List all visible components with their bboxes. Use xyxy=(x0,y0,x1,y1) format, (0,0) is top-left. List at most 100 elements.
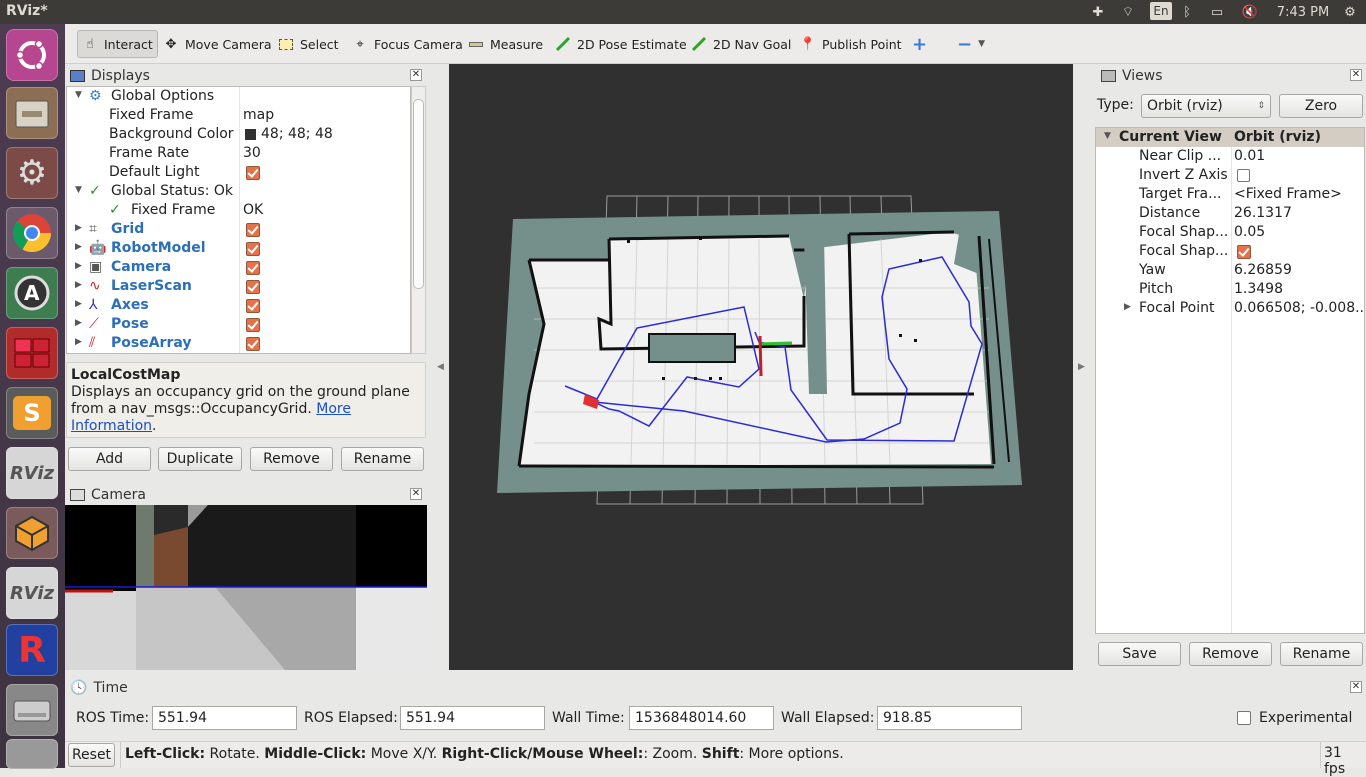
add-display-button[interactable]: Add xyxy=(68,447,151,471)
chevron-right-icon[interactable]: ▶ xyxy=(75,299,85,309)
chevron-right-icon[interactable]: ▶ xyxy=(75,261,85,271)
trash-icon[interactable] xyxy=(6,739,58,769)
view-type-select[interactable]: Orbit (rviz) ⇕ xyxy=(1141,94,1271,118)
tree-row-pose[interactable]: ▶ ⟋ Pose xyxy=(67,315,410,334)
tree-row-grid[interactable]: ▶ ⌗ Grid xyxy=(67,220,410,239)
tree-row-status-fixed-frame[interactable]: ✓ Fixed Frame OK xyxy=(67,201,410,220)
rqt-app-icon[interactable]: R xyxy=(6,624,58,676)
distance-value[interactable]: 26.1317 xyxy=(1234,205,1292,221)
axes-enabled-checkbox[interactable] xyxy=(246,299,260,313)
tree-row-global-options[interactable]: ▼ ⚙ Global Options xyxy=(67,87,410,106)
frame-rate-value[interactable]: 30 xyxy=(243,145,261,161)
tree-row-laserscan[interactable]: ▶ ∿ LaserScan xyxy=(67,277,410,296)
displays-close-icon[interactable]: ✕ xyxy=(410,69,422,81)
move-camera-tool-button[interactable]: ✥ Move Camera xyxy=(159,30,276,58)
color-swatch[interactable] xyxy=(245,129,256,140)
focal-shape-fixed-checkbox[interactable] xyxy=(1237,245,1251,259)
keyboard-language-indicator[interactable]: En xyxy=(1150,2,1172,20)
pose-enabled-checkbox[interactable] xyxy=(246,318,260,332)
system-settings-app-icon[interactable]: ⚙ xyxy=(6,147,58,199)
chevron-right-icon[interactable]: ▶ xyxy=(1124,302,1131,312)
select-tool-button[interactable]: Select xyxy=(274,30,343,58)
view-row-focal-shape-fixed[interactable]: Focal Shap... xyxy=(1096,242,1364,261)
rviz-active-app-icon[interactable]: RViz xyxy=(6,567,58,619)
remove-view-button[interactable]: Remove xyxy=(1189,642,1272,666)
bluetooth-icon[interactable]: ᛒ xyxy=(1180,2,1194,22)
wall-time-field[interactable]: 1536848014.60 xyxy=(629,706,774,730)
ros-elapsed-field[interactable]: 551.94 xyxy=(400,706,545,730)
focal-point-value[interactable]: 0.066508; -0.008... xyxy=(1234,300,1364,316)
tree-row-background-color[interactable]: Background Color 48; 48; 48 xyxy=(67,125,410,144)
invert-z-checkbox[interactable] xyxy=(1237,169,1250,182)
camera-image-view[interactable] xyxy=(65,505,427,670)
save-view-button[interactable]: Save xyxy=(1098,642,1181,666)
default-light-checkbox[interactable] xyxy=(246,166,260,180)
tree-row-camera[interactable]: ▶ ▣ Camera xyxy=(67,258,410,277)
views-close-icon[interactable]: ✕ xyxy=(1350,69,1362,81)
measure-tool-button[interactable]: Measure xyxy=(464,30,547,58)
view-row-yaw[interactable]: Yaw 6.26859 xyxy=(1096,261,1364,280)
chevron-right-icon[interactable]: ▶ xyxy=(75,318,85,328)
reset-button[interactable]: Reset xyxy=(68,743,115,767)
chevron-down-icon[interactable]: ▼ xyxy=(75,185,85,195)
chevron-down-icon[interactable]: ▼ xyxy=(75,90,85,100)
chevron-right-icon[interactable]: ▶ xyxy=(75,242,85,252)
tree-row-posearray[interactable]: ▶ ⫽ PoseArray xyxy=(67,334,410,353)
laserscan-enabled-checkbox[interactable] xyxy=(246,280,260,294)
chevron-right-icon[interactable]: ▶ xyxy=(75,223,85,233)
remove-display-button[interactable]: Remove xyxy=(250,447,333,471)
time-close-icon[interactable]: ✕ xyxy=(1350,681,1362,693)
tree-row-fixed-frame[interactable]: Fixed Frame map xyxy=(67,106,410,125)
add-tool-plus-icon[interactable]: + xyxy=(908,30,931,58)
yaw-value[interactable]: 6.26859 xyxy=(1234,262,1292,278)
duplicate-display-button[interactable]: Duplicate xyxy=(158,447,242,471)
sublime-text-icon[interactable]: S xyxy=(6,387,58,439)
scrollbar-thumb[interactable] xyxy=(413,99,424,289)
chrome-browser-icon[interactable] xyxy=(6,207,58,259)
target-frame-value[interactable]: <Fixed Frame> xyxy=(1234,186,1342,202)
rename-view-button[interactable]: Rename xyxy=(1280,642,1363,666)
tree-row-robotmodel[interactable]: ▶ 🤖 RobotModel xyxy=(67,239,410,258)
ubuntu-logo-icon[interactable] xyxy=(6,29,58,81)
tree-row-global-status[interactable]: ▼ ✓ Global Status: Ok xyxy=(67,182,410,201)
chevron-right-icon[interactable]: ▶ xyxy=(75,280,85,290)
camera-enabled-checkbox[interactable] xyxy=(246,261,260,275)
2d-nav-goal-tool-button[interactable]: 2D Nav Goal xyxy=(687,30,795,58)
tree-row-axes[interactable]: ▶ ⅄ Axes xyxy=(67,296,410,315)
rviz-app-icon[interactable]: RViz xyxy=(6,447,58,499)
chevron-down-icon[interactable]: ▼ xyxy=(1104,131,1111,141)
gazebo-icon[interactable] xyxy=(6,507,58,559)
left-splitter-arrow-icon[interactable]: ◀ xyxy=(437,362,444,372)
zero-view-button[interactable]: Zero xyxy=(1279,94,1363,118)
file-manager-icon[interactable] xyxy=(6,87,58,139)
camera-close-icon[interactable]: ✕ xyxy=(410,488,422,500)
network-plus-icon[interactable]: ✚ xyxy=(1088,2,1108,22)
focus-camera-tool-button[interactable]: ⌖ Focus Camera xyxy=(348,30,467,58)
robotmodel-enabled-checkbox[interactable] xyxy=(246,242,260,256)
posearray-enabled-checkbox[interactable] xyxy=(246,337,260,351)
view-row-pitch[interactable]: Pitch 1.3498 xyxy=(1096,280,1364,299)
rename-display-button[interactable]: Rename xyxy=(341,447,424,471)
volume-muted-icon[interactable]: 🔇 xyxy=(1240,2,1260,22)
interact-tool-button[interactable]: ☝ Interact xyxy=(77,30,158,58)
grid-enabled-checkbox[interactable] xyxy=(246,223,260,237)
current-view-header-row[interactable]: ▼ Current View Orbit (rviz) xyxy=(1096,128,1364,147)
view-row-target-frame[interactable]: Target Fra... <Fixed Frame> xyxy=(1096,185,1364,204)
publish-point-tool-button[interactable]: 📍 Publish Point xyxy=(796,30,906,58)
2d-pose-estimate-tool-button[interactable]: 2D Pose Estimate xyxy=(551,30,691,58)
battery-icon[interactable]: ▭ xyxy=(1205,2,1229,22)
tree-row-default-light[interactable]: Default Light xyxy=(67,163,410,182)
pitch-value[interactable]: 1.3498 xyxy=(1234,281,1283,297)
focal-shape-size-value[interactable]: 0.05 xyxy=(1234,224,1265,240)
right-splitter-arrow-icon[interactable]: ▶ xyxy=(1078,362,1085,372)
near-clip-value[interactable]: 0.01 xyxy=(1234,148,1265,164)
fixed-frame-value[interactable]: map xyxy=(243,107,274,123)
view-row-invert-z[interactable]: Invert Z Axis xyxy=(1096,166,1364,185)
system-settings-icon[interactable]: ⚙ xyxy=(1340,2,1360,22)
displays-scrollbar[interactable] xyxy=(411,86,426,354)
clock[interactable]: 7:43 PM xyxy=(1273,2,1333,22)
view-row-focal-point[interactable]: ▶ Focal Point 0.066508; -0.008... xyxy=(1096,299,1364,318)
information-link[interactable]: Information xyxy=(71,418,152,434)
background-color-value[interactable]: 48; 48; 48 xyxy=(261,126,333,142)
software-updater-icon[interactable]: A xyxy=(6,267,58,319)
